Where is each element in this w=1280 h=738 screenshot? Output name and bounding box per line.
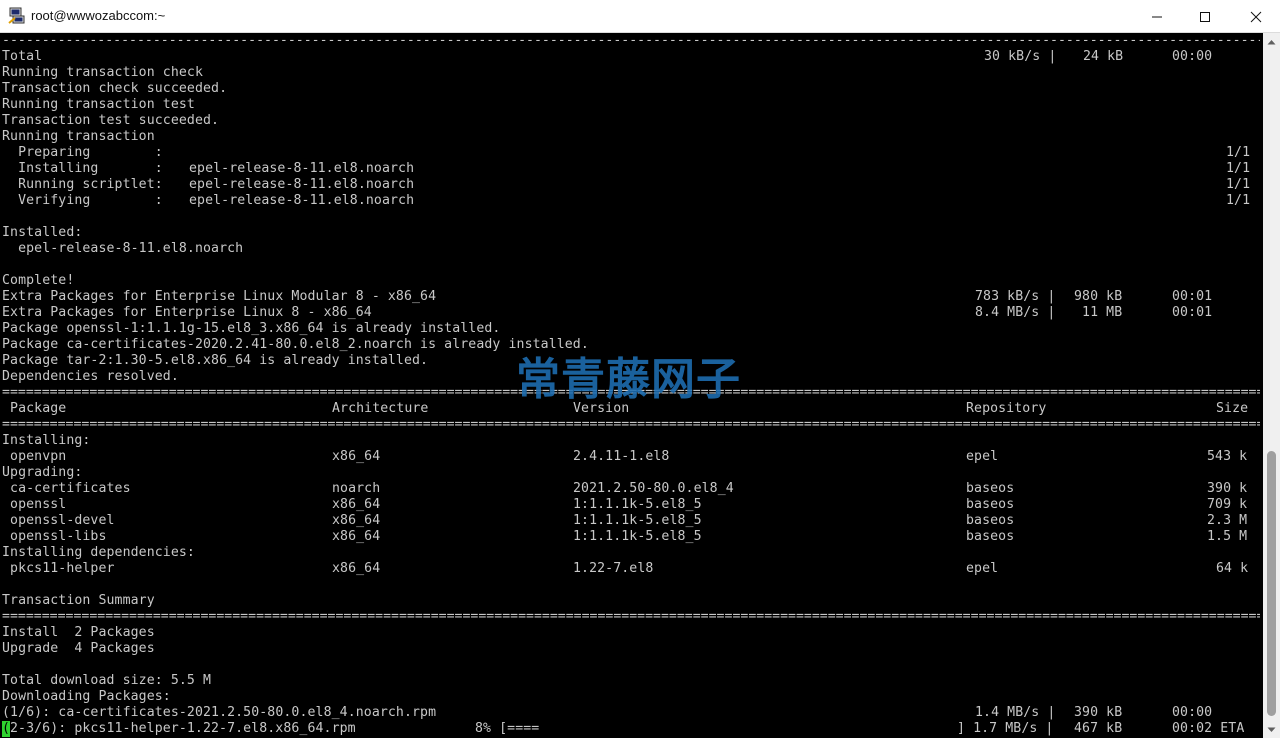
- step-line: Installing : epel-release-8-11.el8.noarc…: [2, 161, 1251, 176]
- repo-line: Extra Packages for Enterprise Linux 8 - …: [2, 305, 1213, 320]
- output-line: Complete!: [2, 273, 75, 288]
- summary-label: Transaction Summary: [2, 593, 155, 608]
- table-row: openssl-devel x86_64 1:1.1.1k-5.el8_5 ba…: [2, 513, 1248, 528]
- summary-line: Upgrade 4 Packages: [2, 641, 155, 656]
- repo-line: Extra Packages for Enterprise Linux Modu…: [2, 289, 1213, 304]
- scroll-up-button[interactable]: [1263, 33, 1280, 50]
- maximize-button[interactable]: [1181, 0, 1229, 33]
- section-label: Installing dependencies:: [2, 545, 195, 560]
- table-row: ca-certificates noarch 2021.2.50-80.0.el…: [2, 481, 1248, 496]
- output-line: Running transaction test: [2, 97, 195, 112]
- title-bar[interactable]: root@wwwozabccom:~: [0, 0, 1280, 33]
- terminal-output[interactable]: ----------------------------------------…: [0, 33, 1263, 738]
- table-row: openssl-libs x86_64 1:1.1.1k-5.el8_5 bas…: [2, 529, 1248, 544]
- output-line: Installed:: [2, 225, 83, 240]
- minimize-button[interactable]: [1133, 0, 1181, 33]
- total-line: Total 30 kB/s | 24 kB 00:00: [2, 49, 1213, 64]
- table-row: pkcs11-helper x86_64 1.22-7.el8 epel 64 …: [2, 561, 1249, 576]
- download-progress-line: ( 2-3/6): pkcs11-helper-1.22-7.el8.x86_6…: [2, 721, 1245, 737]
- section-label: Installing:: [2, 433, 91, 448]
- output-line: Package tar-2:1.30-5.el8.x86_64 is alrea…: [2, 353, 429, 368]
- watermark-text: 常青藤网子: [516, 354, 741, 405]
- download-size: Total download size: 5.5 M: [2, 673, 212, 688]
- minimize-icon: [1152, 16, 1162, 17]
- output-line: Transaction check succeeded.: [2, 81, 228, 96]
- section-label: Upgrading:: [2, 465, 83, 480]
- output-line: Package ca-certificates-2020.2.41-80.0.e…: [2, 337, 589, 352]
- putty-terminal-icon: [8, 7, 26, 25]
- vertical-scrollbar[interactable]: [1263, 33, 1280, 738]
- scrollbar-thumb[interactable]: [1267, 451, 1276, 716]
- eq-rule: ========================================…: [2, 609, 1260, 624]
- output-line: Dependencies resolved.: [2, 369, 179, 384]
- table-row: openssl x86_64 1:1.1.1k-5.el8_5 baseos 7…: [2, 497, 1248, 512]
- maximize-icon: [1200, 11, 1210, 22]
- output-line: Package openssl-1:1.1.1g-15.el8_3.x86_64…: [2, 321, 501, 336]
- output-line: epel-release-8-11.el8.noarch: [2, 241, 244, 256]
- terminal-cursor: (: [2, 721, 11, 737]
- window-title: root@wwwozabccom:~: [31, 8, 166, 23]
- scroll-down-button[interactable]: [1263, 721, 1280, 738]
- output-line: Transaction test succeeded.: [2, 113, 220, 128]
- close-icon: [1250, 11, 1262, 22]
- output-line: Running transaction: [2, 129, 155, 144]
- summary-line: Install 2 Packages: [2, 625, 155, 640]
- step-line: Running scriptlet: epel-release-8-11.el8…: [2, 177, 1251, 192]
- eq-rule: ========================================…: [2, 417, 1260, 432]
- downloading-label: Downloading Packages:: [2, 689, 171, 704]
- caret-up-icon: [1267, 39, 1276, 44]
- table-row: openvpn x86_64 2.4.11-1.el8 epel 543 k: [2, 449, 1248, 464]
- terminal-window: root@wwwozabccom:~ ---------------------…: [0, 0, 1280, 738]
- caret-down-icon: [1267, 727, 1276, 732]
- step-line: Verifying : epel-release-8-11.el8.noarch…: [2, 193, 1251, 208]
- step-line: Preparing : 1/1: [2, 145, 1251, 160]
- download-line: (1/6): ca-certificates-2021.2.50-80.0.el…: [2, 705, 1213, 720]
- close-button[interactable]: [1232, 0, 1280, 33]
- output-line: Running transaction check: [2, 65, 203, 80]
- dash-rule: ----------------------------------------…: [2, 33, 1260, 48]
